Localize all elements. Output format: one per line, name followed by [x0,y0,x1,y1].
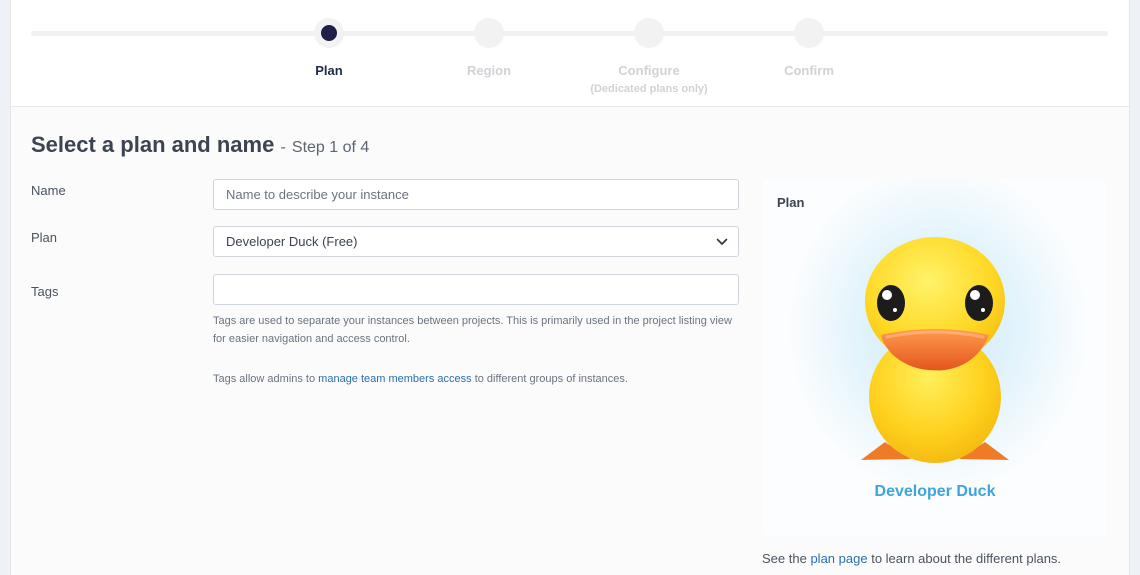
step-confirm: Confirm [729,18,889,78]
plan-select[interactable]: Developer Duck (Free) [213,226,739,257]
plan-card-name: Developer Duck [874,483,996,500]
plan-select-value: Developer Duck (Free) [226,234,358,249]
step-region-indicator [474,18,504,48]
tags-label: Tags [31,284,59,299]
step-confirm-indicator [794,18,824,48]
step-counter: Step 1 of 4 [291,139,370,156]
chevron-down-icon [716,238,728,245]
wizard-stepper: Plan Region Configure (Dedicated plans o… [11,0,1129,107]
step-configure-sublabel: (Dedicated plans only) [590,83,708,95]
step-plan-indicator [314,18,344,48]
create-instance-panel: Plan Region Configure (Dedicated plans o… [10,0,1130,575]
tags-input[interactable] [213,274,739,305]
plan-page-note-prefix: See the [762,551,807,566]
plan-page-link[interactable]: plan page [810,551,867,566]
plan-page-note: See the plan page to learn about the dif… [762,551,1061,566]
duck-icon [861,237,1009,463]
step-configure: Configure (Dedicated plans only) [569,18,729,95]
step-region-label: Region [466,63,512,78]
page-title-separator: - [280,139,286,156]
name-label: Name [31,183,66,198]
tags-help-text: Tags are used to separate your instances… [213,315,732,345]
tags-help-access-suffix: to different groups of instances. [474,373,628,385]
tags-help-access-prefix: Tags allow admins to [213,373,316,385]
page-title: Select a plan and name - Step 1 of 4 [31,132,369,158]
plan-card: Plan Developer Duck [763,179,1107,537]
step-plan: Plan [249,18,409,78]
name-input[interactable]: Name to describe your instance [213,179,739,210]
plan-label: Plan [31,230,58,245]
tags-help-access: Tags allow admins to manage team members… [213,370,743,388]
step-configure-label: Configure [618,63,680,78]
step-configure-indicator [634,18,664,48]
step-plan-label: Plan [315,63,343,78]
name-input-placeholder: Name to describe your instance [226,187,409,202]
manage-team-access-link[interactable]: manage team members access [318,373,471,385]
step-region: Region [409,18,569,78]
page-title-text: Select a plan and name [31,132,275,157]
plan-page-note-suffix: to learn about the different plans. [871,551,1062,566]
step-confirm-label: Confirm [784,63,834,78]
plan-card-title: Plan [777,195,805,210]
